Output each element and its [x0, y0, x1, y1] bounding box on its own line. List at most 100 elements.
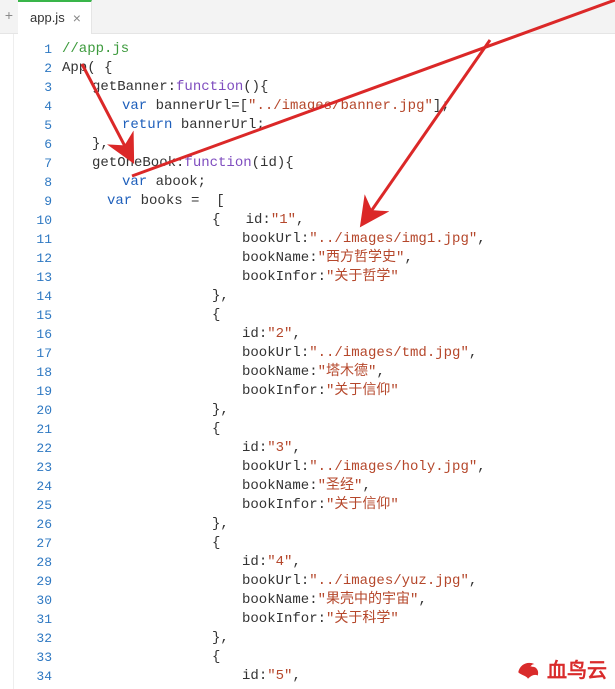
code-line[interactable]: id:"3",: [62, 439, 615, 458]
code-content[interactable]: //app.jsApp( {getBanner:function(){var b…: [62, 34, 615, 689]
code-token: "../images/banner.jpg": [248, 98, 433, 114]
code-token: ,: [404, 250, 412, 266]
code-token: },: [212, 516, 229, 532]
code-line[interactable]: var bannerUrl=["../images/banner.jpg"];: [62, 97, 615, 116]
line-number: 29: [14, 572, 52, 591]
line-number: 4: [14, 97, 52, 116]
line-number: 30: [14, 591, 52, 610]
code-token: bookInfor: [242, 269, 318, 285]
code-token: (id){: [252, 155, 294, 171]
code-token: var: [107, 193, 132, 209]
code-token: abook;: [147, 174, 206, 190]
code-line[interactable]: bookUrl:"../images/tmd.jpg",: [62, 344, 615, 363]
code-token: id: [242, 554, 259, 570]
code-line[interactable]: getBanner:function(){: [62, 78, 615, 97]
code-token: ,: [292, 440, 300, 456]
code-line[interactable]: App( {: [62, 59, 615, 78]
code-token: {: [212, 649, 220, 665]
code-line[interactable]: var abook;: [62, 173, 615, 192]
code-line[interactable]: },: [62, 287, 615, 306]
code-line[interactable]: bookUrl:"../images/yuz.jpg",: [62, 572, 615, 591]
code-token: var: [122, 174, 147, 190]
line-number: 28: [14, 553, 52, 572]
line-number: 16: [14, 325, 52, 344]
code-line[interactable]: bookName:"圣经",: [62, 477, 615, 496]
code-line[interactable]: return bannerUrl;: [62, 116, 615, 135]
code-line[interactable]: bookUrl:"../images/holy.jpg",: [62, 458, 615, 477]
line-number: 9: [14, 192, 52, 211]
code-token: ,: [469, 345, 477, 361]
line-number: 19: [14, 382, 52, 401]
line-number: 33: [14, 648, 52, 667]
code-line[interactable]: bookInfor:"关于科学": [62, 610, 615, 629]
code-token: books = [: [132, 193, 224, 209]
line-number: 21: [14, 420, 52, 439]
line-number: 10: [14, 211, 52, 230]
code-token: "果壳中的宇宙": [318, 592, 419, 608]
line-number: 22: [14, 439, 52, 458]
line-number: 24: [14, 477, 52, 496]
code-line[interactable]: getOneBook:function(id){: [62, 154, 615, 173]
new-tab-button[interactable]: +: [0, 0, 18, 34]
code-token: { id: [212, 212, 262, 228]
code-line[interactable]: var books = [: [62, 192, 615, 211]
code-token: "关于信仰": [326, 383, 399, 399]
code-token: "../images/img1.jpg": [309, 231, 477, 247]
code-token: ,: [362, 478, 370, 494]
line-number: 11: [14, 230, 52, 249]
code-token: bookName: [242, 250, 309, 266]
code-line[interactable]: },: [62, 629, 615, 648]
code-token: bookUrl: [242, 459, 301, 475]
code-line[interactable]: bookName:"果壳中的宇宙",: [62, 591, 615, 610]
code-line[interactable]: },: [62, 515, 615, 534]
code-token: :: [259, 554, 267, 570]
code-token: :: [309, 592, 317, 608]
code-token: getBanner: [92, 79, 168, 95]
code-token: ,: [292, 326, 300, 342]
code-line[interactable]: },: [62, 401, 615, 420]
code-token: //app.js: [62, 41, 129, 57]
line-number: 20: [14, 401, 52, 420]
code-token: :: [262, 212, 270, 228]
code-token: },: [212, 402, 229, 418]
code-token: id: [242, 668, 259, 684]
code-token: "关于信仰": [326, 497, 399, 513]
code-token: :: [259, 440, 267, 456]
code-token: "塔木德": [318, 364, 377, 380]
code-line[interactable]: bookInfor:"关于信仰": [62, 496, 615, 515]
line-number-gutter: 1234567891011121314151617181920212223242…: [14, 34, 62, 689]
code-token: :: [318, 383, 326, 399]
code-line[interactable]: },: [62, 135, 615, 154]
code-token: bookName: [242, 364, 309, 380]
code-line[interactable]: { id:"1",: [62, 211, 615, 230]
tab-app-js[interactable]: app.js ×: [18, 0, 92, 34]
code-line[interactable]: {: [62, 420, 615, 439]
code-token: bannerUrl=[: [147, 98, 248, 114]
code-line[interactable]: //app.js: [62, 40, 615, 59]
code-line[interactable]: id:"4",: [62, 553, 615, 572]
code-token: {: [212, 307, 220, 323]
line-number: 31: [14, 610, 52, 629]
code-token: bookName: [242, 592, 309, 608]
code-token: function: [184, 155, 251, 171]
code-line[interactable]: bookName:"塔木德",: [62, 363, 615, 382]
code-line[interactable]: bookName:"西方哲学史",: [62, 249, 615, 268]
line-number: 34: [14, 667, 52, 686]
code-line[interactable]: bookUrl:"../images/img1.jpg",: [62, 230, 615, 249]
close-icon[interactable]: ×: [73, 10, 81, 26]
code-token: },: [92, 136, 109, 152]
code-token: },: [212, 630, 229, 646]
line-number: 23: [14, 458, 52, 477]
code-line[interactable]: bookInfor:"关于哲学": [62, 268, 615, 287]
code-line[interactable]: bookInfor:"关于信仰": [62, 382, 615, 401]
code-token: "2": [267, 326, 292, 342]
code-token: ,: [292, 554, 300, 570]
code-line[interactable]: {: [62, 306, 615, 325]
code-token: :: [309, 478, 317, 494]
code-line[interactable]: id:"2",: [62, 325, 615, 344]
code-line[interactable]: {: [62, 534, 615, 553]
code-token: return: [122, 117, 172, 133]
code-token: :: [301, 231, 309, 247]
code-token: function: [176, 79, 243, 95]
code-editor[interactable]: 1234567891011121314151617181920212223242…: [0, 34, 615, 689]
